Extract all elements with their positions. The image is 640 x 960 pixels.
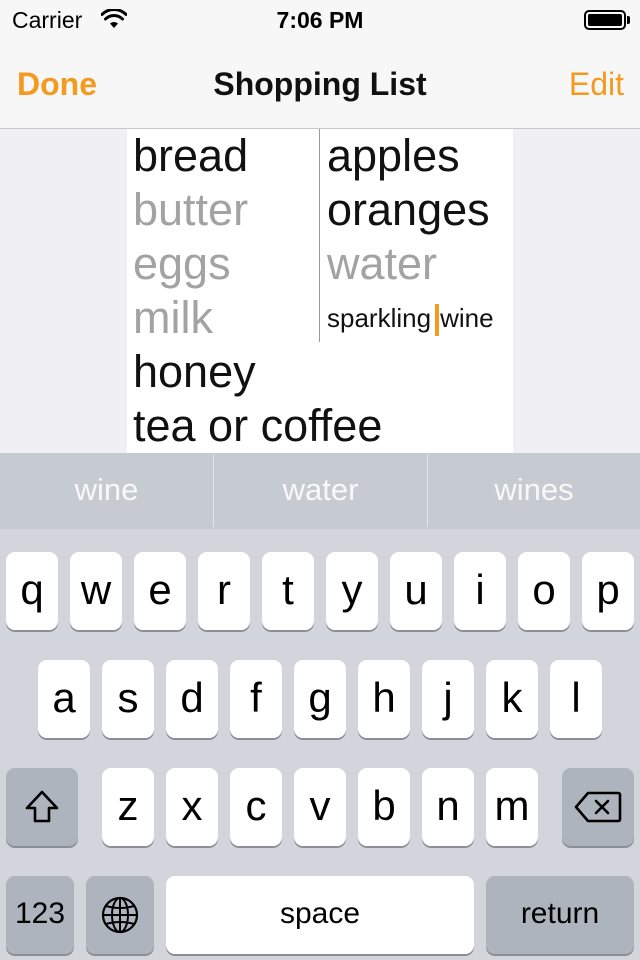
list-item[interactable]: bread: [133, 129, 248, 183]
status-time: 7:06 PM: [276, 7, 364, 33]
key-r[interactable]: r: [198, 552, 250, 630]
list-item-checked[interactable]: butter: [133, 183, 248, 237]
key-i[interactable]: i: [454, 552, 506, 630]
key-s[interactable]: s: [102, 660, 154, 738]
key-h[interactable]: h: [358, 660, 410, 738]
key-e[interactable]: e: [134, 552, 186, 630]
key-z[interactable]: z: [102, 768, 154, 846]
list-item[interactable]: tea or coffee: [133, 399, 382, 453]
column-divider: [319, 129, 320, 342]
key-p[interactable]: p: [582, 552, 634, 630]
key-a[interactable]: a: [38, 660, 90, 738]
return-key[interactable]: return: [486, 876, 634, 954]
backspace-icon: [574, 791, 622, 823]
key-o[interactable]: o: [518, 552, 570, 630]
key-c[interactable]: c: [230, 768, 282, 846]
key-g[interactable]: g: [294, 660, 346, 738]
numbers-key[interactable]: 123: [6, 876, 74, 954]
suggestion-bar: wine water wines: [0, 453, 640, 529]
delete-key[interactable]: [562, 768, 634, 846]
edit-button[interactable]: Edit: [569, 66, 624, 103]
text-cursor: [435, 304, 440, 337]
editing-text-before-cursor: sparkling: [327, 303, 432, 333]
key-x[interactable]: x: [166, 768, 218, 846]
suggestion-3[interactable]: wines: [428, 453, 640, 529]
globe-icon: [101, 896, 139, 934]
key-m[interactable]: m: [486, 768, 538, 846]
space-key[interactable]: space: [166, 876, 474, 954]
shift-key[interactable]: [6, 768, 78, 846]
list-item[interactable]: apples: [327, 129, 494, 183]
list-column-left: bread butter eggs milk: [133, 129, 248, 345]
key-y[interactable]: y: [326, 552, 378, 630]
key-v[interactable]: v: [294, 768, 346, 846]
navigation-bar: Done Shopping List Edit: [0, 40, 640, 129]
list-item-checked[interactable]: water: [327, 237, 494, 291]
key-t[interactable]: t: [262, 552, 314, 630]
page-title: Shopping List: [213, 66, 427, 102]
list-bottom-items: honey tea or coffee: [133, 345, 382, 453]
list-item-checked[interactable]: milk: [133, 291, 248, 345]
shift-icon: [25, 790, 59, 823]
key-q[interactable]: q: [6, 552, 58, 630]
key-b[interactable]: b: [358, 768, 410, 846]
editing-text-after-cursor: wine: [440, 303, 494, 333]
shopping-list[interactable]: bread butter eggs milk apples oranges wa…: [127, 129, 513, 454]
key-w[interactable]: w: [70, 552, 122, 630]
list-item[interactable]: honey: [133, 345, 382, 399]
key-k[interactable]: k: [486, 660, 538, 738]
status-bar: Carrier 7:06 PM: [0, 0, 640, 40]
content-area: bread butter eggs milk apples oranges wa…: [0, 129, 640, 454]
list-column-right: apples oranges water sparkling wine: [327, 129, 494, 345]
suggestion-2[interactable]: water: [214, 453, 427, 529]
list-item-editing[interactable]: sparkling wine: [327, 291, 494, 345]
keyboard: wine water wines q w e r t y u i o p a s…: [0, 453, 640, 960]
globe-key[interactable]: [86, 876, 154, 954]
battery-icon: [584, 10, 630, 30]
list-item-checked[interactable]: eggs: [133, 237, 248, 291]
list-item[interactable]: oranges: [327, 183, 494, 237]
key-d[interactable]: d: [166, 660, 218, 738]
key-f[interactable]: f: [230, 660, 282, 738]
key-u[interactable]: u: [390, 552, 442, 630]
key-n[interactable]: n: [422, 768, 474, 846]
suggestion-1[interactable]: wine: [0, 453, 213, 529]
key-l[interactable]: l: [550, 660, 602, 738]
key-j[interactable]: j: [422, 660, 474, 738]
